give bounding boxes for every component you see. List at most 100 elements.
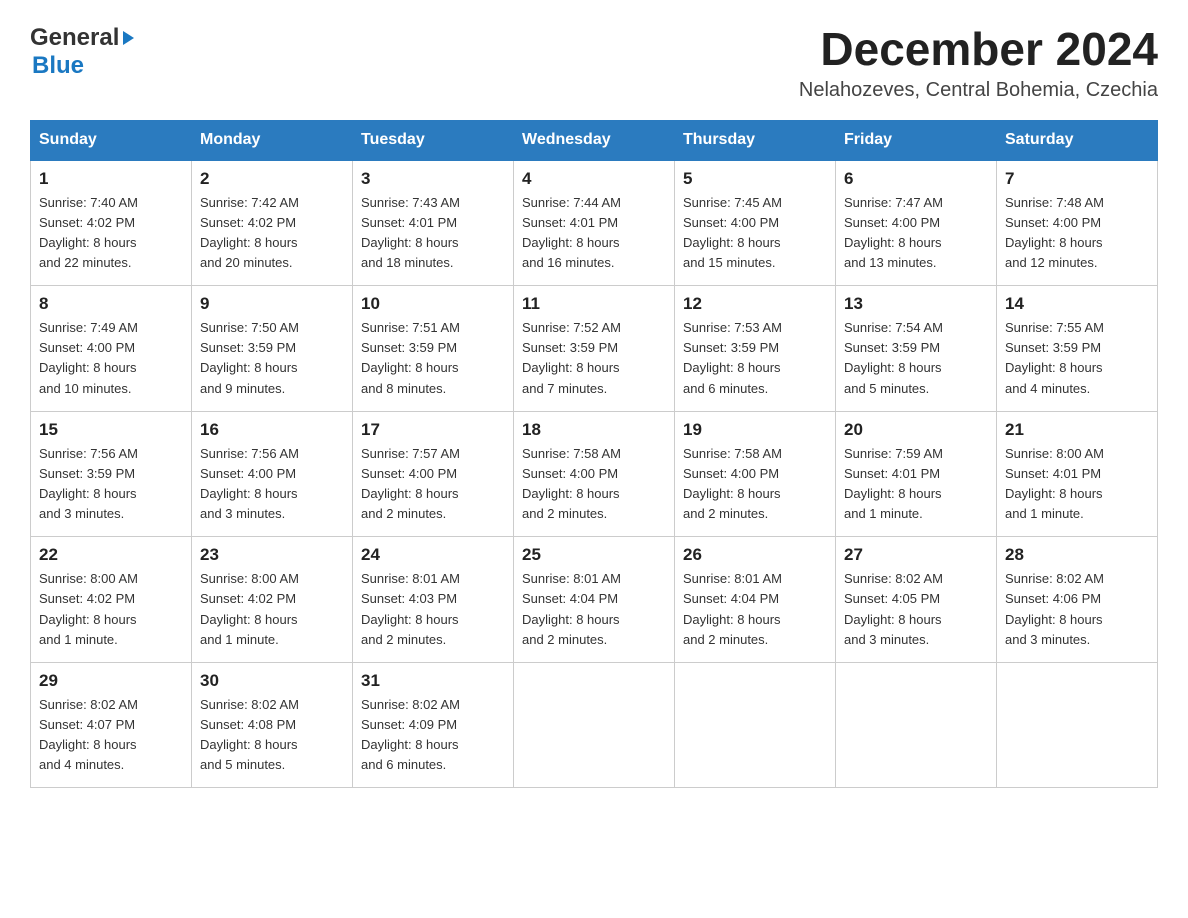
- day-number: 25: [522, 545, 666, 565]
- day-info: Sunrise: 7:43 AMSunset: 4:01 PMDaylight:…: [361, 193, 505, 274]
- day-number: 19: [683, 420, 827, 440]
- calendar-cell: 27 Sunrise: 8:02 AMSunset: 4:05 PMDayligh…: [836, 537, 997, 663]
- day-info: Sunrise: 7:58 AMSunset: 4:00 PMDaylight:…: [522, 444, 666, 525]
- logo-blue-text: Blue: [32, 52, 84, 80]
- day-header-wednesday: Wednesday: [514, 120, 675, 160]
- day-info: Sunrise: 8:01 AMSunset: 4:04 PMDaylight:…: [683, 569, 827, 650]
- day-number: 29: [39, 671, 183, 691]
- day-header-tuesday: Tuesday: [353, 120, 514, 160]
- day-info: Sunrise: 7:53 AMSunset: 3:59 PMDaylight:…: [683, 318, 827, 399]
- calendar-cell: 12 Sunrise: 7:53 AMSunset: 3:59 PMDayligh…: [675, 286, 836, 412]
- day-info: Sunrise: 8:02 AMSunset: 4:07 PMDaylight:…: [39, 695, 183, 776]
- calendar-cell: 18Sunrise: 7:58 AMSunset: 4:00 PMDayligh…: [514, 411, 675, 537]
- days-header-row: SundayMondayTuesdayWednesdayThursdayFrid…: [31, 120, 1158, 160]
- day-number: 1: [39, 169, 183, 189]
- logo-triangle-icon: [123, 31, 134, 45]
- location-subtitle: Nelahozeves, Central Bohemia, Czechia: [799, 79, 1158, 102]
- day-info: Sunrise: 7:56 AMSunset: 3:59 PMDaylight:…: [39, 444, 183, 525]
- day-number: 2: [200, 169, 344, 189]
- day-number: 10: [361, 294, 505, 314]
- day-number: 12: [683, 294, 827, 314]
- day-number: 30: [200, 671, 344, 691]
- calendar-cell: 8 Sunrise: 7:49 AMSunset: 4:00 PMDaylight…: [31, 286, 192, 412]
- calendar-cell: [997, 662, 1158, 788]
- day-number: 8: [39, 294, 183, 314]
- calendar-cell: 31 Sunrise: 8:02 AMSunset: 4:09 PMDayligh…: [353, 662, 514, 788]
- day-number: 6: [844, 169, 988, 189]
- calendar-cell: 3 Sunrise: 7:43 AMSunset: 4:01 PMDaylight…: [353, 160, 514, 286]
- day-info: Sunrise: 7:57 AMSunset: 4:00 PMDaylight:…: [361, 444, 505, 525]
- day-info: Sunrise: 7:40 AMSunset: 4:02 PMDaylight:…: [39, 193, 183, 274]
- calendar-cell: 25 Sunrise: 8:01 AMSunset: 4:04 PMDayligh…: [514, 537, 675, 663]
- calendar-cell: 14 Sunrise: 7:55 AMSunset: 3:59 PMDayligh…: [997, 286, 1158, 412]
- calendar-week-row: 8 Sunrise: 7:49 AMSunset: 4:00 PMDaylight…: [31, 286, 1158, 412]
- calendar-week-row: 22 Sunrise: 8:00 AMSunset: 4:02 PMDayligh…: [31, 537, 1158, 663]
- calendar-cell: 11 Sunrise: 7:52 AMSunset: 3:59 PMDayligh…: [514, 286, 675, 412]
- calendar-cell: 22 Sunrise: 8:00 AMSunset: 4:02 PMDayligh…: [31, 537, 192, 663]
- day-number: 26: [683, 545, 827, 565]
- day-number: 27: [844, 545, 988, 565]
- day-number: 31: [361, 671, 505, 691]
- day-info: Sunrise: 7:56 AMSunset: 4:00 PMDaylight:…: [200, 444, 344, 525]
- calendar-cell: 2 Sunrise: 7:42 AMSunset: 4:02 PMDaylight…: [192, 160, 353, 286]
- day-info: Sunrise: 8:00 AMSunset: 4:02 PMDaylight:…: [200, 569, 344, 650]
- calendar-cell: 20 Sunrise: 7:59 AMSunset: 4:01 PMDayligh…: [836, 411, 997, 537]
- day-number: 14: [1005, 294, 1149, 314]
- day-info: Sunrise: 7:48 AMSunset: 4:00 PMDaylight:…: [1005, 193, 1149, 274]
- day-info: Sunrise: 7:52 AMSunset: 3:59 PMDaylight:…: [522, 318, 666, 399]
- calendar-cell: 29 Sunrise: 8:02 AMSunset: 4:07 PMDayligh…: [31, 662, 192, 788]
- calendar-cell: 5Sunrise: 7:45 AMSunset: 4:00 PMDaylight…: [675, 160, 836, 286]
- day-number: 24: [361, 545, 505, 565]
- calendar-cell: 19 Sunrise: 7:58 AMSunset: 4:00 PMDayligh…: [675, 411, 836, 537]
- calendar-cell: 26 Sunrise: 8:01 AMSunset: 4:04 PMDayligh…: [675, 537, 836, 663]
- calendar-cell: 4 Sunrise: 7:44 AMSunset: 4:01 PMDaylight…: [514, 160, 675, 286]
- logo-general-text: General: [30, 24, 119, 52]
- calendar-cell: 9 Sunrise: 7:50 AMSunset: 3:59 PMDaylight…: [192, 286, 353, 412]
- calendar-cell: 17 Sunrise: 7:57 AMSunset: 4:00 PMDayligh…: [353, 411, 514, 537]
- day-number: 13: [844, 294, 988, 314]
- day-info: Sunrise: 7:59 AMSunset: 4:01 PMDaylight:…: [844, 444, 988, 525]
- calendar-week-row: 29 Sunrise: 8:02 AMSunset: 4:07 PMDayligh…: [31, 662, 1158, 788]
- calendar-cell: 10 Sunrise: 7:51 AMSunset: 3:59 PMDayligh…: [353, 286, 514, 412]
- day-info: Sunrise: 7:45 AMSunset: 4:00 PMDaylight:…: [683, 193, 827, 274]
- day-info: Sunrise: 8:00 AMSunset: 4:01 PMDaylight:…: [1005, 444, 1149, 525]
- day-info: Sunrise: 7:42 AMSunset: 4:02 PMDaylight:…: [200, 193, 344, 274]
- day-number: 22: [39, 545, 183, 565]
- day-header-thursday: Thursday: [675, 120, 836, 160]
- day-info: Sunrise: 7:54 AMSunset: 3:59 PMDaylight:…: [844, 318, 988, 399]
- month-title: December 2024: [799, 24, 1158, 75]
- calendar-cell: 23Sunrise: 8:00 AMSunset: 4:02 PMDayligh…: [192, 537, 353, 663]
- day-number: 20: [844, 420, 988, 440]
- day-number: 15: [39, 420, 183, 440]
- day-info: Sunrise: 8:02 AMSunset: 4:09 PMDaylight:…: [361, 695, 505, 776]
- calendar-table: SundayMondayTuesdayWednesdayThursdayFrid…: [30, 120, 1158, 789]
- day-number: 11: [522, 294, 666, 314]
- calendar-cell: [514, 662, 675, 788]
- day-number: 3: [361, 169, 505, 189]
- day-number: 28: [1005, 545, 1149, 565]
- calendar-cell: [675, 662, 836, 788]
- day-number: 16: [200, 420, 344, 440]
- day-info: Sunrise: 8:02 AMSunset: 4:05 PMDaylight:…: [844, 569, 988, 650]
- day-info: Sunrise: 7:44 AMSunset: 4:01 PMDaylight:…: [522, 193, 666, 274]
- day-info: Sunrise: 7:50 AMSunset: 3:59 PMDaylight:…: [200, 318, 344, 399]
- calendar-cell: 30Sunrise: 8:02 AMSunset: 4:08 PMDayligh…: [192, 662, 353, 788]
- day-info: Sunrise: 8:01 AMSunset: 4:03 PMDaylight:…: [361, 569, 505, 650]
- day-number: 17: [361, 420, 505, 440]
- day-number: 4: [522, 169, 666, 189]
- day-header-friday: Friday: [836, 120, 997, 160]
- day-info: Sunrise: 8:01 AMSunset: 4:04 PMDaylight:…: [522, 569, 666, 650]
- calendar-cell: 15 Sunrise: 7:56 AMSunset: 3:59 PMDayligh…: [31, 411, 192, 537]
- calendar-cell: [836, 662, 997, 788]
- calendar-cell: 7Sunrise: 7:48 AMSunset: 4:00 PMDaylight…: [997, 160, 1158, 286]
- day-number: 21: [1005, 420, 1149, 440]
- day-info: Sunrise: 8:00 AMSunset: 4:02 PMDaylight:…: [39, 569, 183, 650]
- day-info: Sunrise: 7:51 AMSunset: 3:59 PMDaylight:…: [361, 318, 505, 399]
- day-info: Sunrise: 7:55 AMSunset: 3:59 PMDaylight:…: [1005, 318, 1149, 399]
- day-header-sunday: Sunday: [31, 120, 192, 160]
- day-info: Sunrise: 7:58 AMSunset: 4:00 PMDaylight:…: [683, 444, 827, 525]
- calendar-cell: 1 Sunrise: 7:40 AMSunset: 4:02 PMDaylight…: [31, 160, 192, 286]
- day-header-monday: Monday: [192, 120, 353, 160]
- day-info: Sunrise: 7:49 AMSunset: 4:00 PMDaylight:…: [39, 318, 183, 399]
- day-number: 9: [200, 294, 344, 314]
